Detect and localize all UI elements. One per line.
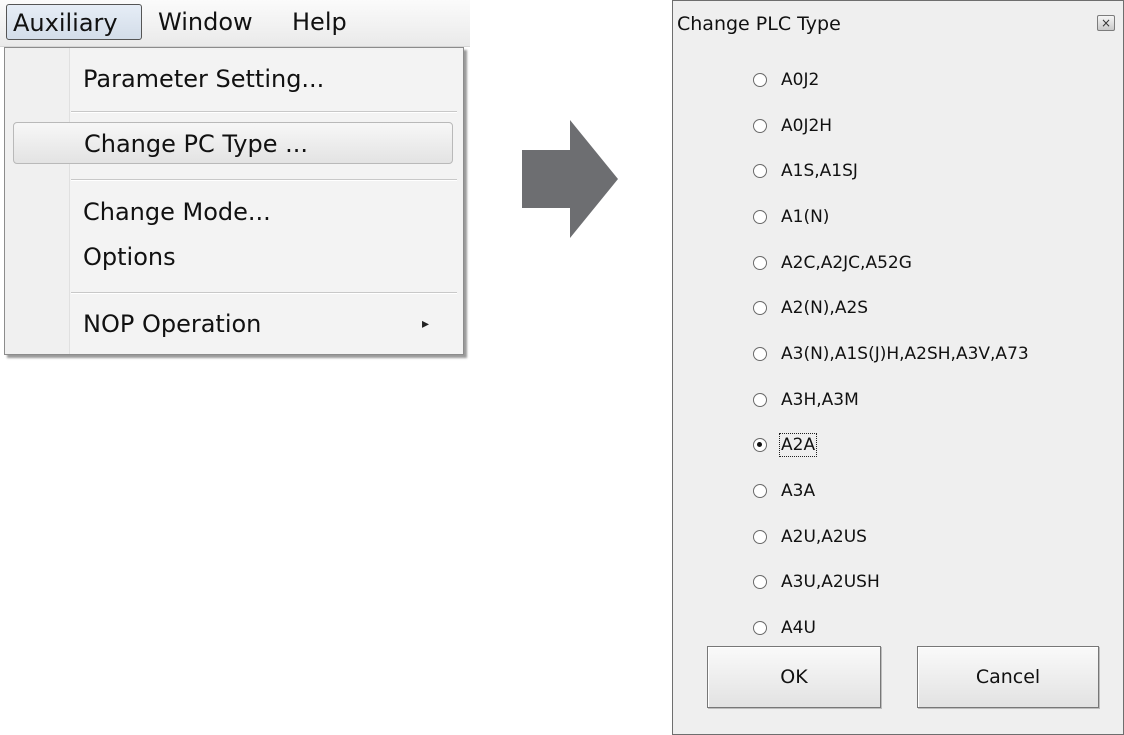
menu-item-nop-operation[interactable]: NOP Operation ▸ [13,303,453,345]
radio-button-icon[interactable] [753,72,767,87]
radio-button-icon[interactable] [753,209,767,224]
radio-option[interactable]: A3U,A2USH [753,560,1029,606]
screenshot-composite: Auxiliary Window Help Parameter Setting.… [0,0,1124,735]
menu-separator [71,179,457,181]
radio-button-icon[interactable] [753,621,767,636]
radio-button-icon[interactable] [753,164,767,179]
menu-auxiliary[interactable]: Auxiliary [6,4,142,40]
menu-item-label: Parameter Setting... [83,65,325,93]
radio-button-icon[interactable] [753,301,767,316]
menu-item-label: NOP Operation [83,310,262,338]
plc-type-radio-group: A0J2 A0J2H A1S,A1SJ A1(N) A2C,A2JC,A52G A2(N)… [753,57,1029,651]
radio-option-label: A1S,A1SJ [781,161,858,182]
radio-option-label: A2C,A2JC,A52G [781,252,912,273]
radio-option-label: A3(N),A1S(J)H,A2SH,A3V,A73 [781,343,1029,364]
radio-option[interactable]: A3(N),A1S(J)H,A2SH,A3V,A73 [753,331,1029,377]
radio-option[interactable]: A2C,A2JC,A52G [753,240,1029,286]
radio-option-label: A2(N),A2S [781,298,869,319]
menu-separator [71,292,457,294]
radio-button-icon[interactable] [753,346,767,361]
cancel-button[interactable]: Cancel [917,646,1099,708]
radio-option[interactable]: A3A [753,468,1029,514]
radio-option[interactable]: A0J2H [753,103,1029,149]
radio-option-label: A3A [781,481,816,502]
radio-button-icon[interactable] [753,392,767,407]
menu-item-label: Change Mode... [83,198,271,226]
right-arrow-icon [522,120,618,238]
radio-option-label: A2A [778,433,818,458]
radio-option[interactable]: A2(N),A2S [753,285,1029,331]
radio-button-icon[interactable] [753,438,767,453]
menu-item-change-pc-type[interactable]: Change PC Type ... [13,122,453,164]
menu-item-parameter-setting[interactable]: Parameter Setting... [13,58,453,100]
menu-item-options[interactable]: Options [13,236,453,278]
close-button[interactable]: × [1097,15,1115,31]
radio-option-label: A4U [781,618,816,639]
radio-option[interactable]: A2A [753,423,1029,469]
auxiliary-dropdown-menu: Parameter Setting... Change PC Type ... … [4,47,464,355]
radio-button-icon[interactable] [753,575,767,590]
menu-separator [71,111,457,113]
menu-item-change-mode[interactable]: Change Mode... [13,191,453,233]
menu-bar: Auxiliary Window Help [0,0,470,47]
radio-button-icon[interactable] [753,118,767,133]
menu-item-label: Change PC Type ... [84,130,309,158]
menu-item-label: Options [83,243,176,271]
submenu-arrow-icon: ▸ [421,316,429,332]
radio-button-icon[interactable] [753,484,767,499]
radio-option-label: A0J2H [781,115,833,136]
radio-option[interactable]: A0J2 [753,57,1029,103]
radio-option[interactable]: A3H,A3M [753,377,1029,423]
radio-option-label: A3U,A2USH [781,572,880,593]
radio-option-label: A1(N) [781,206,830,227]
dialog-title: Change PLC Type [677,13,841,35]
menu-window[interactable]: Window [152,4,259,40]
ok-button[interactable]: OK [707,646,881,708]
radio-button-icon[interactable] [753,255,767,270]
radio-option[interactable]: A1(N) [753,194,1029,240]
menu-help[interactable]: Help [286,4,353,40]
radio-option-label: A3H,A3M [781,389,859,410]
radio-option[interactable]: A1S,A1SJ [753,148,1029,194]
change-plc-type-dialog: Change PLC Type × A0J2 A0J2H A1S,A1SJ A1(N)… [672,0,1124,735]
radio-button-icon[interactable] [753,529,767,544]
radio-option[interactable]: A2U,A2US [753,514,1029,560]
radio-option[interactable]: A4U [753,605,1029,651]
radio-option-label: A2U,A2US [781,526,867,547]
radio-option-label: A0J2 [781,69,820,90]
